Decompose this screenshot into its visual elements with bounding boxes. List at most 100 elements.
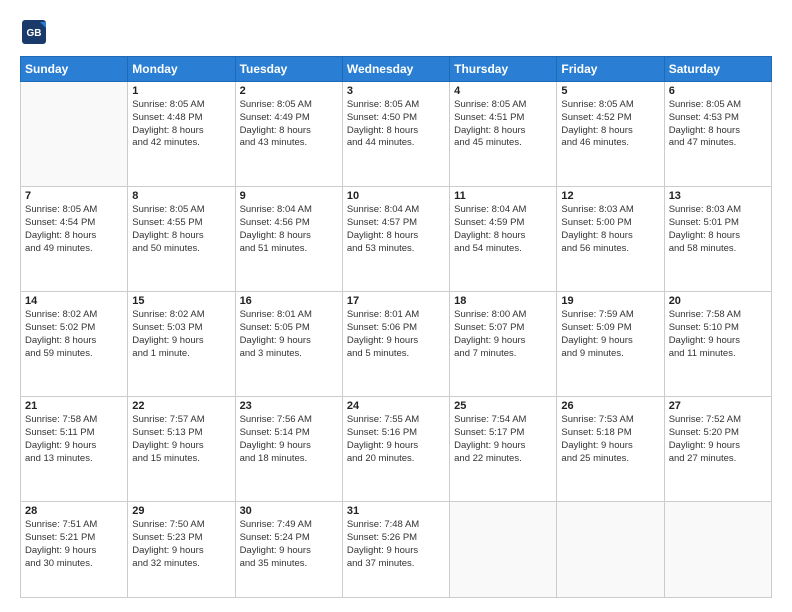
calendar-week-row: 14 Sunrise: 8:02 AM Sunset: 5:02 PM Dayli… [21, 292, 772, 397]
day-number: 5 [561, 85, 659, 97]
calendar-cell: 6Sunrise: 8:05 AM Sunset: 4:53 PM Daylig… [664, 82, 771, 187]
day-info: Sunrise: 8:03 AM Sunset: 5:00 PM Dayligh… [561, 204, 659, 255]
calendar-cell: 12 Sunrise: 8:03 AM Sunset: 5:00 PM Dayli… [557, 187, 664, 292]
day-info: Sunrise: 7:50 AM Sunset: 5:23 PM Dayligh… [132, 519, 230, 570]
calendar-cell: 28Sunrise: 7:51 AM Sunset: 5:21 PM Dayli… [21, 502, 128, 598]
day-number: 4 [454, 85, 552, 97]
day-info: Sunrise: 8:05 AM Sunset: 4:54 PM Dayligh… [25, 204, 123, 255]
calendar-cell: 17 Sunrise: 8:01 AM Sunset: 5:06 PM Dayli… [342, 292, 449, 397]
calendar-week-row: 7 Sunrise: 8:05 AM Sunset: 4:54 PM Daylig… [21, 187, 772, 292]
day-number: 13 [669, 190, 767, 202]
calendar-cell [21, 82, 128, 187]
day-number: 11 [454, 190, 552, 202]
calendar-cell: 11 Sunrise: 8:04 AM Sunset: 4:59 PM Dayli… [450, 187, 557, 292]
day-number: 20 [669, 295, 767, 307]
calendar-cell: 1Sunrise: 8:05 AM Sunset: 4:48 PM Daylig… [128, 82, 235, 187]
weekday-header: Thursday [450, 57, 557, 82]
calendar-week-row: 21 Sunrise: 7:58 AM Sunset: 5:11 PM Dayli… [21, 397, 772, 502]
calendar-cell [664, 502, 771, 598]
day-info: Sunrise: 7:58 AM Sunset: 5:11 PM Dayligh… [25, 414, 123, 465]
weekday-header: Sunday [21, 57, 128, 82]
day-number: 29 [132, 505, 230, 517]
day-number: 31 [347, 505, 445, 517]
weekday-header: Wednesday [342, 57, 449, 82]
day-info: Sunrise: 8:02 AM Sunset: 5:03 PM Dayligh… [132, 309, 230, 360]
calendar-cell: 30Sunrise: 7:49 AM Sunset: 5:24 PM Dayli… [235, 502, 342, 598]
day-number: 15 [132, 295, 230, 307]
calendar-cell: 27Sunrise: 7:52 AM Sunset: 5:20 PM Dayli… [664, 397, 771, 502]
day-info: Sunrise: 7:56 AM Sunset: 5:14 PM Dayligh… [240, 414, 338, 465]
day-info: Sunrise: 7:49 AM Sunset: 5:24 PM Dayligh… [240, 519, 338, 570]
day-info: Sunrise: 7:54 AM Sunset: 5:17 PM Dayligh… [454, 414, 552, 465]
day-number: 24 [347, 400, 445, 412]
page: GB SundayMondayTuesdayWednesdayThursdayF… [0, 0, 792, 612]
day-info: Sunrise: 8:05 AM Sunset: 4:50 PM Dayligh… [347, 99, 445, 150]
calendar-cell [557, 502, 664, 598]
day-info: Sunrise: 8:04 AM Sunset: 4:59 PM Dayligh… [454, 204, 552, 255]
calendar-cell: 13 Sunrise: 8:03 AM Sunset: 5:01 PM Dayli… [664, 187, 771, 292]
calendar-cell: 7 Sunrise: 8:05 AM Sunset: 4:54 PM Daylig… [21, 187, 128, 292]
calendar-cell [450, 502, 557, 598]
day-number: 27 [669, 400, 767, 412]
calendar-table: SundayMondayTuesdayWednesdayThursdayFrid… [20, 56, 772, 598]
day-number: 9 [240, 190, 338, 202]
calendar-body: 1Sunrise: 8:05 AM Sunset: 4:48 PM Daylig… [21, 82, 772, 598]
day-info: Sunrise: 8:01 AM Sunset: 5:05 PM Dayligh… [240, 309, 338, 360]
header: GB [20, 18, 772, 46]
calendar-cell: 9 Sunrise: 8:04 AM Sunset: 4:56 PM Daylig… [235, 187, 342, 292]
day-info: Sunrise: 8:01 AM Sunset: 5:06 PM Dayligh… [347, 309, 445, 360]
day-info: Sunrise: 7:53 AM Sunset: 5:18 PM Dayligh… [561, 414, 659, 465]
day-info: Sunrise: 8:04 AM Sunset: 4:56 PM Dayligh… [240, 204, 338, 255]
day-info: Sunrise: 8:05 AM Sunset: 4:53 PM Dayligh… [669, 99, 767, 150]
day-number: 10 [347, 190, 445, 202]
calendar-cell: 18Sunrise: 8:00 AM Sunset: 5:07 PM Dayli… [450, 292, 557, 397]
day-number: 26 [561, 400, 659, 412]
day-info: Sunrise: 8:00 AM Sunset: 5:07 PM Dayligh… [454, 309, 552, 360]
day-info: Sunrise: 8:03 AM Sunset: 5:01 PM Dayligh… [669, 204, 767, 255]
day-number: 23 [240, 400, 338, 412]
calendar-cell: 26 Sunrise: 7:53 AM Sunset: 5:18 PM Dayli… [557, 397, 664, 502]
day-number: 1 [132, 85, 230, 97]
weekday-header: Tuesday [235, 57, 342, 82]
day-number: 14 [25, 295, 123, 307]
weekday-header: Monday [128, 57, 235, 82]
calendar-cell: 16Sunrise: 8:01 AM Sunset: 5:05 PM Dayli… [235, 292, 342, 397]
calendar-cell: 19 Sunrise: 7:59 AM Sunset: 5:09 PM Dayli… [557, 292, 664, 397]
weekday-header: Friday [557, 57, 664, 82]
svg-text:GB: GB [27, 28, 42, 39]
day-number: 3 [347, 85, 445, 97]
calendar-cell: 10 Sunrise: 8:04 AM Sunset: 4:57 PM Dayli… [342, 187, 449, 292]
calendar-cell: 5 Sunrise: 8:05 AM Sunset: 4:52 PM Daylig… [557, 82, 664, 187]
day-info: Sunrise: 7:57 AM Sunset: 5:13 PM Dayligh… [132, 414, 230, 465]
calendar-week-row: 28Sunrise: 7:51 AM Sunset: 5:21 PM Dayli… [21, 502, 772, 598]
day-info: Sunrise: 8:05 AM Sunset: 4:49 PM Dayligh… [240, 99, 338, 150]
day-number: 25 [454, 400, 552, 412]
day-number: 17 [347, 295, 445, 307]
day-info: Sunrise: 7:48 AM Sunset: 5:26 PM Dayligh… [347, 519, 445, 570]
day-number: 19 [561, 295, 659, 307]
calendar-cell: 21 Sunrise: 7:58 AM Sunset: 5:11 PM Dayli… [21, 397, 128, 502]
day-number: 22 [132, 400, 230, 412]
calendar-cell: 15 Sunrise: 8:02 AM Sunset: 5:03 PM Dayli… [128, 292, 235, 397]
day-info: Sunrise: 8:02 AM Sunset: 5:02 PM Dayligh… [25, 309, 123, 360]
day-info: Sunrise: 8:05 AM Sunset: 4:52 PM Dayligh… [561, 99, 659, 150]
day-number: 21 [25, 400, 123, 412]
day-info: Sunrise: 8:04 AM Sunset: 4:57 PM Dayligh… [347, 204, 445, 255]
logo: GB [20, 18, 52, 46]
calendar-cell: 8Sunrise: 8:05 AM Sunset: 4:55 PM Daylig… [128, 187, 235, 292]
calendar-cell: 14 Sunrise: 8:02 AM Sunset: 5:02 PM Dayli… [21, 292, 128, 397]
calendar-header-row: SundayMondayTuesdayWednesdayThursdayFrid… [21, 57, 772, 82]
day-number: 12 [561, 190, 659, 202]
calendar-cell: 4Sunrise: 8:05 AM Sunset: 4:51 PM Daylig… [450, 82, 557, 187]
day-info: Sunrise: 7:51 AM Sunset: 5:21 PM Dayligh… [25, 519, 123, 570]
day-number: 7 [25, 190, 123, 202]
day-number: 8 [132, 190, 230, 202]
calendar-cell: 29 Sunrise: 7:50 AM Sunset: 5:23 PM Dayli… [128, 502, 235, 598]
calendar-cell: 2Sunrise: 8:05 AM Sunset: 4:49 PM Daylig… [235, 82, 342, 187]
day-info: Sunrise: 7:59 AM Sunset: 5:09 PM Dayligh… [561, 309, 659, 360]
calendar-cell: 24Sunrise: 7:55 AM Sunset: 5:16 PM Dayli… [342, 397, 449, 502]
calendar-cell: 31 Sunrise: 7:48 AM Sunset: 5:26 PM Dayli… [342, 502, 449, 598]
calendar-week-row: 1Sunrise: 8:05 AM Sunset: 4:48 PM Daylig… [21, 82, 772, 187]
calendar-cell: 20Sunrise: 7:58 AM Sunset: 5:10 PM Dayli… [664, 292, 771, 397]
calendar-cell: 23 Sunrise: 7:56 AM Sunset: 5:14 PM Dayli… [235, 397, 342, 502]
